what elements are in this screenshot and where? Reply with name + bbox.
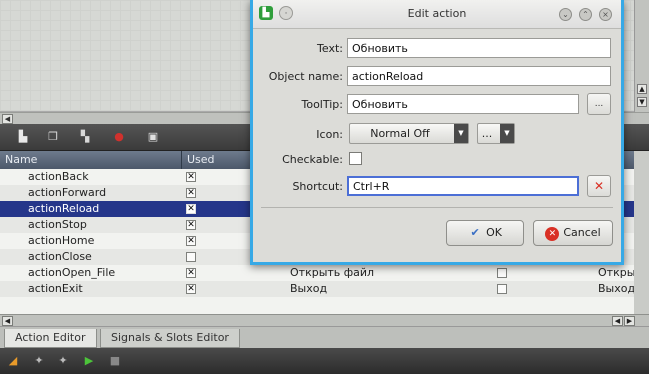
ok-button[interactable]: ✔ OK [446, 220, 524, 246]
shortcut-label: Shortcut: [292, 180, 343, 193]
tooltip-field[interactable] [347, 94, 579, 114]
scroll-left-arrow-icon[interactable]: ◀ [612, 316, 623, 326]
icon-mode-combo[interactable]: Normal Off ▼ [349, 123, 469, 144]
configure-icon[interactable]: ▣ [146, 130, 160, 144]
used-cell: ✕ [186, 281, 198, 297]
checkable-label: Checkable: [282, 153, 343, 166]
edit-action-dialog: ▙ · Edit action ⌄ ⌃ × Text: Object name:… [250, 0, 624, 265]
shortcut-field[interactable] [347, 176, 579, 196]
shortcut-cell: Откры [598, 266, 634, 279]
minimize-icon[interactable]: ⌄ [559, 8, 572, 21]
chevron-down-icon: ▼ [500, 124, 514, 143]
tab-signals-slots-editor[interactable]: Signals & Slots Editor [100, 329, 240, 348]
cancel-button[interactable]: ✕ Cancel [533, 220, 613, 246]
used-cell: ✕ [186, 169, 198, 185]
used-cell: ✕ [186, 217, 198, 233]
scroll-down-arrow-icon[interactable]: ▼ [637, 97, 647, 107]
tooltip-label: ToolTip: [301, 98, 344, 111]
column-header-used[interactable]: Used [182, 151, 252, 169]
canvas-vertical-scrollbar[interactable]: ▲ ▼ [634, 0, 649, 112]
used-checkbox[interactable]: ✕ [186, 220, 196, 230]
tab-action-editor[interactable]: Action Editor [4, 329, 97, 348]
used-checkbox[interactable] [186, 252, 196, 262]
used-cell: ✕ [186, 233, 198, 249]
object-name-label: Object name: [268, 70, 343, 83]
delete-action-icon[interactable]: ● [112, 130, 126, 144]
used-checkbox[interactable]: ✕ [186, 236, 196, 246]
chevron-down-icon: ▼ [454, 124, 468, 143]
action-text-cell: Выход [290, 282, 328, 295]
object-name-field[interactable] [347, 66, 611, 86]
paste-action-icon[interactable]: ▚ [78, 130, 92, 144]
widget-icon[interactable]: ✦ [56, 354, 70, 368]
checkmark-icon: ✔ [470, 226, 480, 239]
table-row[interactable]: actionOpen_File ✕ Открыть файл Откры [0, 265, 634, 281]
used-cell [186, 249, 198, 265]
dialog-titlebar[interactable]: ▙ · Edit action ⌄ ⌃ × [253, 0, 621, 29]
copy-action-icon[interactable]: ❐ [46, 130, 60, 144]
icon-label: Icon: [316, 128, 343, 141]
used-cell: ✕ [186, 185, 198, 201]
checkable-cell [497, 281, 509, 297]
used-checkbox[interactable]: ✕ [186, 204, 196, 214]
action-name-cell: actionForward [28, 186, 107, 199]
cancel-icon: ✕ [545, 227, 560, 241]
editor-tabs: Action Editor Signals & Slots Editor [0, 326, 649, 348]
used-checkbox[interactable]: ✕ [186, 268, 196, 278]
scroll-left-arrow-icon[interactable]: ◀ [2, 316, 13, 326]
shortcut-cell: Выход [598, 282, 634, 295]
action-name-cell: actionExit [28, 282, 83, 295]
maximize-icon[interactable]: ⌃ [579, 8, 592, 21]
dialog-divider [261, 207, 613, 208]
action-name-cell: actionOpen_File [28, 266, 116, 279]
tooltip-rich-text-button[interactable]: ... [587, 93, 611, 115]
checkable-checkbox[interactable] [349, 152, 362, 165]
action-name-cell: actionStop [28, 218, 87, 231]
text-field[interactable] [347, 38, 611, 58]
scroll-left-arrow-icon[interactable]: ◀ [2, 114, 13, 124]
used-cell: ✕ [186, 265, 198, 281]
text-label: Text: [317, 42, 343, 55]
play-icon[interactable]: ▶ [82, 354, 96, 368]
widget-icon[interactable]: ✦ [32, 354, 46, 368]
checkable-checkbox[interactable] [497, 268, 507, 278]
action-name-cell: actionReload [28, 202, 100, 215]
new-action-icon[interactable]: ▙ [16, 130, 30, 144]
taskbar: ◢ ✦ ✦ ▶ ■ [0, 348, 649, 374]
checkable-checkbox[interactable] [497, 284, 507, 294]
icon-mode-value: Normal Off [370, 127, 430, 140]
cancel-label: Cancel [563, 226, 601, 239]
used-checkbox[interactable]: ✕ [186, 188, 196, 198]
close-icon[interactable]: × [599, 8, 612, 21]
table-row[interactable]: actionExit ✕ Выход Выход [0, 281, 634, 297]
stop-icon[interactable]: ■ [108, 354, 122, 368]
checkable-cell [497, 265, 509, 281]
action-name-cell: actionBack [28, 170, 89, 183]
clear-shortcut-button[interactable]: ✕ [587, 175, 611, 197]
table-horizontal-scrollbar[interactable]: ◀ ◀ ▶ [0, 314, 649, 326]
used-cell: ✕ [186, 201, 198, 217]
used-checkbox[interactable]: ✕ [186, 284, 196, 294]
scroll-up-arrow-icon[interactable]: ▲ [637, 84, 647, 94]
icon-chooser-button[interactable]: ... ▼ [477, 123, 515, 144]
action-text-cell: Открыть файл [290, 266, 375, 279]
action-name-cell: actionClose [28, 250, 92, 263]
clear-icon: ✕ [593, 179, 605, 193]
ok-label: OK [486, 226, 502, 239]
scroll-right-arrow-icon[interactable]: ▶ [624, 316, 635, 326]
column-header-name[interactable]: Name [0, 151, 182, 169]
action-name-cell: actionHome [28, 234, 95, 247]
icon-chooser-label: ... [481, 127, 493, 140]
used-checkbox[interactable]: ✕ [186, 172, 196, 182]
app-logo-icon[interactable]: ◢ [6, 354, 20, 368]
